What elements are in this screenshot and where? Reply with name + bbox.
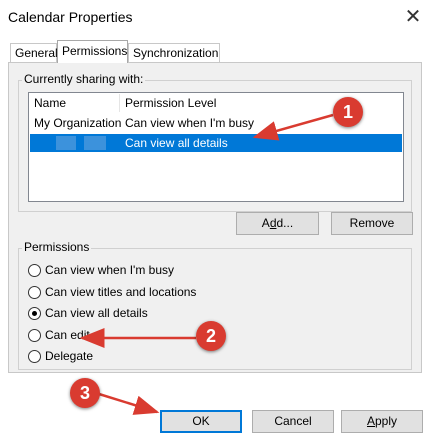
arrow-1 [252, 113, 334, 141]
callout-1: 1 [333, 97, 363, 127]
callout-2: 2 [196, 321, 226, 351]
arrow-3 [98, 392, 160, 415]
callout-3: 3 [70, 378, 100, 408]
annotation-arrows [79, 113, 334, 415]
tab-permissions[interactable]: Permissions [57, 40, 128, 63]
